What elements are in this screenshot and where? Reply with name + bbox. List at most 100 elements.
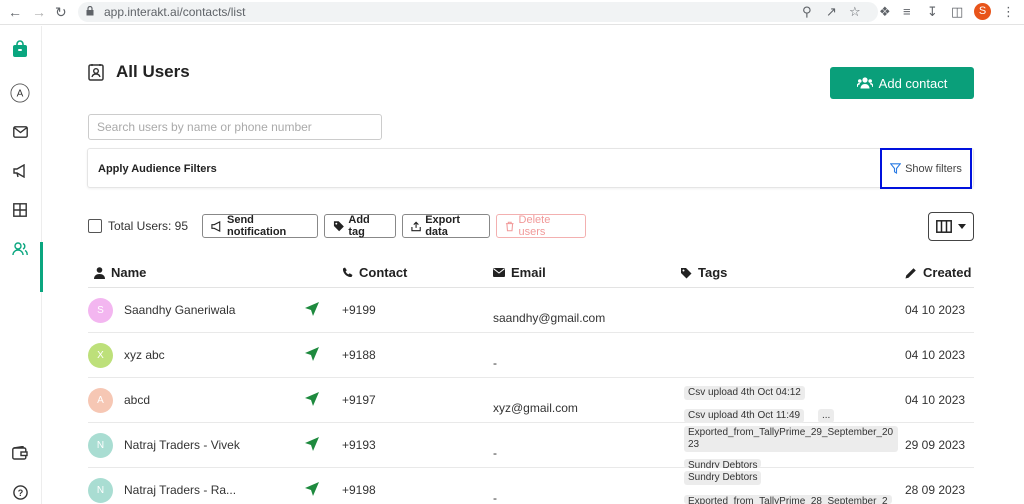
filter-icon: [890, 163, 902, 174]
avatar-a-label: A: [17, 89, 24, 100]
contact-created: 29 09 2023: [905, 438, 966, 452]
tag-chip: Sundry Debtors: [684, 459, 762, 468]
help-icon[interactable]: ?: [10, 482, 30, 502]
send-message-icon[interactable]: [304, 481, 320, 497]
column-header-name[interactable]: Name: [94, 265, 146, 280]
table-row[interactable]: X xyz abc +9188 - 04 10 2023: [88, 333, 974, 378]
megaphone-icon[interactable]: [10, 161, 30, 181]
sidebar: A ?: [0, 26, 43, 504]
send-message-icon[interactable]: [304, 301, 320, 317]
wallet-icon[interactable]: [10, 443, 30, 463]
send-message-icon[interactable]: [304, 436, 320, 452]
envelope-icon: [493, 268, 505, 277]
avatar: N: [88, 478, 113, 503]
contact-created: 28 09 2023: [905, 483, 966, 497]
table-row[interactable]: N Natraj Traders - Vivek +9193 - Exporte…: [88, 423, 974, 468]
show-filters-label: Show filters: [905, 162, 962, 175]
contact-created: 04 10 2023: [905, 348, 966, 362]
mail-icon[interactable]: [10, 122, 30, 142]
export-data-button[interactable]: Export data: [402, 214, 491, 238]
column-contact-label: Contact: [359, 265, 408, 280]
share-icon[interactable]: ↗: [826, 4, 837, 20]
grid-icon[interactable]: [10, 200, 30, 220]
menu-dots-icon[interactable]: ⋮: [1002, 4, 1015, 20]
table-row[interactable]: A abcd +9197 xyz@gmail.com Csv upload 4t…: [88, 378, 974, 423]
column-picker-button[interactable]: [928, 212, 974, 241]
search-input[interactable]: [88, 114, 382, 140]
column-header-tags[interactable]: Tags: [680, 265, 727, 280]
column-email-label: Email: [511, 265, 546, 280]
extensions-icon[interactable]: ❖: [879, 4, 891, 20]
megaphone-icon: [211, 220, 221, 232]
bag-icon[interactable]: [10, 39, 30, 59]
delete-users-button[interactable]: Delete users: [496, 214, 587, 238]
column-header-email[interactable]: Email: [493, 265, 546, 280]
contact-name[interactable]: Natraj Traders - Ra...: [124, 483, 236, 497]
delete-users-label: Delete users: [518, 214, 551, 238]
avatar: A: [88, 388, 113, 413]
contact-name[interactable]: xyz abc: [124, 348, 165, 362]
contact-phone: +9199: [342, 303, 376, 317]
avatar: X: [88, 343, 113, 368]
columns-icon: [936, 220, 952, 233]
page-header: All Users: [88, 62, 190, 82]
pencil-icon: [905, 267, 916, 278]
column-header-created[interactable]: Created: [905, 265, 971, 280]
reload-icon[interactable]: ↻: [55, 4, 67, 21]
lock-icon: [86, 6, 94, 16]
add-tag-button[interactable]: Add tag: [324, 214, 397, 238]
tag-chip: Csv upload 4th Oct 11:49: [684, 409, 805, 423]
forward-icon[interactable]: →: [32, 4, 46, 20]
send-notification-label: Send notification: [227, 214, 287, 238]
send-message-icon[interactable]: [304, 391, 320, 407]
export-data-label: Export data: [425, 214, 461, 238]
contact-phone: +9198: [342, 483, 376, 497]
url-text: app.interakt.ai/contacts/list: [104, 5, 246, 19]
star-icon[interactable]: ☆: [849, 4, 861, 20]
column-header-contact[interactable]: Contact: [342, 265, 407, 280]
column-created-label: Created: [923, 265, 972, 280]
more-tags-chip[interactable]: ...: [818, 409, 835, 423]
tag-chip: Sundry Debtors: [684, 471, 762, 485]
table-row[interactable]: S Saandhy Ganeriwala +9199 saandhy@gmail…: [88, 288, 974, 333]
audience-filter-bar: Apply Audience Filters Show filters: [87, 148, 974, 189]
page-title: All Users: [116, 62, 190, 81]
tag-icon: [681, 267, 692, 278]
user-icon: [94, 266, 105, 279]
users-icon[interactable]: [10, 239, 30, 259]
contact-name[interactable]: Saandhy Ganeriwala: [124, 303, 235, 317]
select-all-checkbox[interactable]: [88, 219, 102, 233]
sidepanel-icon[interactable]: ◫: [951, 4, 963, 20]
key-icon[interactable]: ⚲: [802, 4, 812, 20]
svg-text:?: ?: [17, 488, 23, 498]
send-message-icon[interactable]: [304, 346, 320, 362]
contacts-book-icon: [88, 64, 104, 81]
address-bar[interactable]: app.interakt.ai/contacts/list: [78, 2, 878, 22]
export-icon: [411, 221, 421, 231]
back-icon[interactable]: ←: [8, 4, 22, 20]
table-row[interactable]: N Natraj Traders - Ra... +9198 - Sundry …: [88, 468, 974, 504]
table-header: Name Contact Email Tags Created: [88, 262, 974, 288]
contact-phone: +9188: [342, 348, 376, 362]
send-notification-button[interactable]: Send notification: [202, 214, 319, 238]
media-icon[interactable]: ≡: [903, 4, 911, 19]
add-tag-label: Add tag: [348, 214, 370, 238]
browser-toolbar: ← → ↻ app.interakt.ai/contacts/list ⚲ ↗ …: [0, 0, 1024, 25]
avatar-a-icon[interactable]: A: [10, 83, 30, 103]
contact-name[interactable]: Natraj Traders - Vivek: [124, 438, 240, 452]
add-contact-button[interactable]: Add contact: [830, 67, 974, 99]
contact-created: 04 10 2023: [905, 393, 966, 407]
trash-icon: [505, 221, 514, 231]
download-icon[interactable]: ↧: [927, 4, 938, 20]
tag-icon: [333, 221, 344, 232]
profile-avatar[interactable]: S: [974, 3, 991, 20]
contact-email: saandhy@gmail.com: [493, 311, 606, 325]
contact-name[interactable]: abcd: [124, 393, 150, 407]
filter-label: Apply Audience Filters: [98, 163, 217, 175]
phone-icon: [342, 267, 353, 278]
show-filters-button[interactable]: Show filters: [880, 148, 972, 189]
avatar: N: [88, 433, 113, 458]
contact-email: -: [493, 356, 497, 370]
tag-chip: Exported_from_TallyPrime_28_September_2: [684, 495, 892, 504]
contact-created: 04 10 2023: [905, 303, 966, 317]
